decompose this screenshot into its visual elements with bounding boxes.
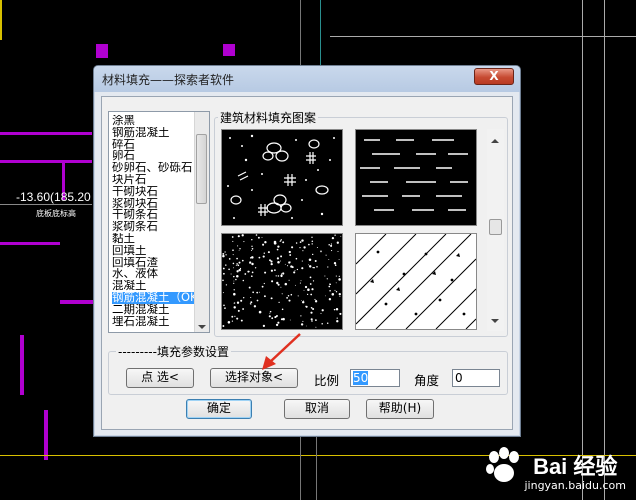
list-item[interactable]: 干砌块石 (112, 186, 194, 198)
cad-line-magenta-5 (0, 242, 60, 245)
material-listbox[interactable]: 涂黑 钢筋混凝土 碎石 卵石 砂卵石、砂砾石 块片石 干砌块石 浆砌块石 干砌条石 浆砌条石 黏土回… (108, 111, 210, 333)
chevron-up-icon[interactable] (491, 139, 499, 143)
pattern-group-label: 建筑材料填充图案 (218, 109, 319, 126)
select-objects-button[interactable]: 选择对象< (210, 368, 298, 388)
list-scrollbar-thumb[interactable] (196, 134, 207, 204)
cad-line-magenta-2 (0, 160, 92, 163)
cad-line-green-vertical (320, 0, 321, 65)
pattern-tile-diagonal-hatch[interactable] (355, 233, 477, 330)
cad-line-magenta-7 (20, 335, 24, 395)
dialog-title: 材料填充——探索者软件 (102, 73, 235, 87)
list-item[interactable]: 砂卵石、砂砾石 (112, 162, 194, 174)
chevron-down-icon[interactable] (491, 319, 499, 323)
pattern-preview-area (221, 129, 497, 331)
material-list: 涂黑 钢筋混凝土 碎石 卵石 砂卵石、砂砾石 块片石 干砌块石 浆砌块石 干砌条石 浆砌条石 黏土回… (112, 115, 194, 327)
baidu-watermark: Bai 经验 jingyan.baidu.com (486, 447, 626, 492)
help-button[interactable]: 帮助(H) (366, 399, 434, 419)
dialog-titlebar[interactable]: 材料填充——探索者软件 X (94, 66, 520, 92)
cad-line-white-left (0, 204, 92, 205)
cad-block-magenta-1 (96, 44, 108, 58)
pattern-scrollbar-thumb[interactable] (489, 219, 502, 235)
cad-line-magenta-4 (60, 300, 94, 304)
cad-line-hline (330, 36, 636, 37)
list-item[interactable]: 黏土 (112, 233, 194, 245)
dashes-pattern-icon (360, 139, 468, 211)
list-item[interactable]: 浆砌条石 (112, 221, 194, 233)
cad-line-white-right (582, 0, 583, 500)
list-item[interactable]: 碎石 (112, 139, 194, 151)
list-item[interactable]: 混凝土 (112, 280, 194, 292)
pattern-tile-rubble-stone[interactable] (221, 129, 343, 226)
list-item[interactable]: 浆砌块石 (112, 198, 194, 210)
cad-line-yellow-top (0, 0, 2, 40)
rubble-stone-pattern-icon (227, 134, 335, 219)
list-item[interactable]: 水、液体 (112, 268, 194, 280)
params-group-label: ---------填充参数设置 (116, 343, 231, 360)
list-item[interactable]: 涂黑 (112, 115, 194, 127)
cad-line-white-top (300, 0, 301, 65)
close-button[interactable]: X (474, 68, 514, 85)
list-item[interactable]: 埋石混凝土 (112, 316, 194, 328)
list-item[interactable]: 钢筋混凝土（OK (112, 291, 194, 304)
list-item[interactable]: 块片石 (112, 174, 194, 186)
pattern-tile-gravel[interactable] (221, 233, 343, 330)
gravel-pattern-icon (222, 234, 342, 328)
chevron-down-icon[interactable] (198, 325, 206, 329)
watermark-brand: Bai 经验 (533, 454, 618, 479)
list-item[interactable]: 回填石渣 (112, 257, 194, 269)
pattern-tile-dashes[interactable] (355, 129, 477, 226)
diagonal-hatch-pattern-icon (355, 233, 477, 330)
cad-elevation-text: -13.60(185.20 (16, 190, 91, 204)
list-item[interactable]: 回填土 (112, 245, 194, 257)
cad-line-white-right-2 (604, 0, 605, 500)
scale-input[interactable]: 50 (350, 369, 400, 387)
list-item[interactable]: 二期混凝土 (112, 304, 194, 316)
pattern-scrollbar[interactable] (487, 129, 504, 331)
ok-button[interactable]: 确定 (186, 399, 252, 419)
list-item[interactable]: 钢筋混凝土 (112, 127, 194, 139)
cad-line-white-bottom (300, 437, 301, 500)
cad-line-magenta-6 (44, 410, 48, 460)
pick-points-button[interactable]: 点 选< (126, 368, 194, 388)
list-scrollbar[interactable] (194, 112, 209, 332)
angle-label: 角度 (414, 373, 440, 388)
cad-block-magenta-2 (223, 44, 235, 56)
dialog-client-area: 涂黑 钢筋混凝土 碎石 卵石 砂卵石、砂砾石 块片石 干砌块石 浆砌块石 干砌条石 浆砌条石 黏土回… (101, 96, 513, 430)
cad-line-white-bottom-2 (316, 437, 317, 500)
material-fill-dialog: 材料填充——探索者软件 X 涂黑 钢筋混凝土 碎石 卵石 砂卵石、砂砾石 块片石 干砌块石浆… (93, 65, 521, 437)
cad-sub-text: 底板底标高 (36, 209, 76, 218)
scale-label: 比例 (314, 373, 340, 388)
list-item[interactable]: 干砌条石 (112, 209, 194, 221)
angle-input[interactable]: 0 (452, 369, 500, 387)
paw-logo-icon (486, 447, 520, 482)
list-item[interactable]: 卵石 (112, 150, 194, 162)
cad-line-magenta-1 (0, 132, 92, 135)
watermark-url: jingyan.baidu.com (524, 479, 626, 492)
scale-value: 50 (353, 371, 369, 385)
cancel-button[interactable]: 取消 (284, 399, 350, 419)
